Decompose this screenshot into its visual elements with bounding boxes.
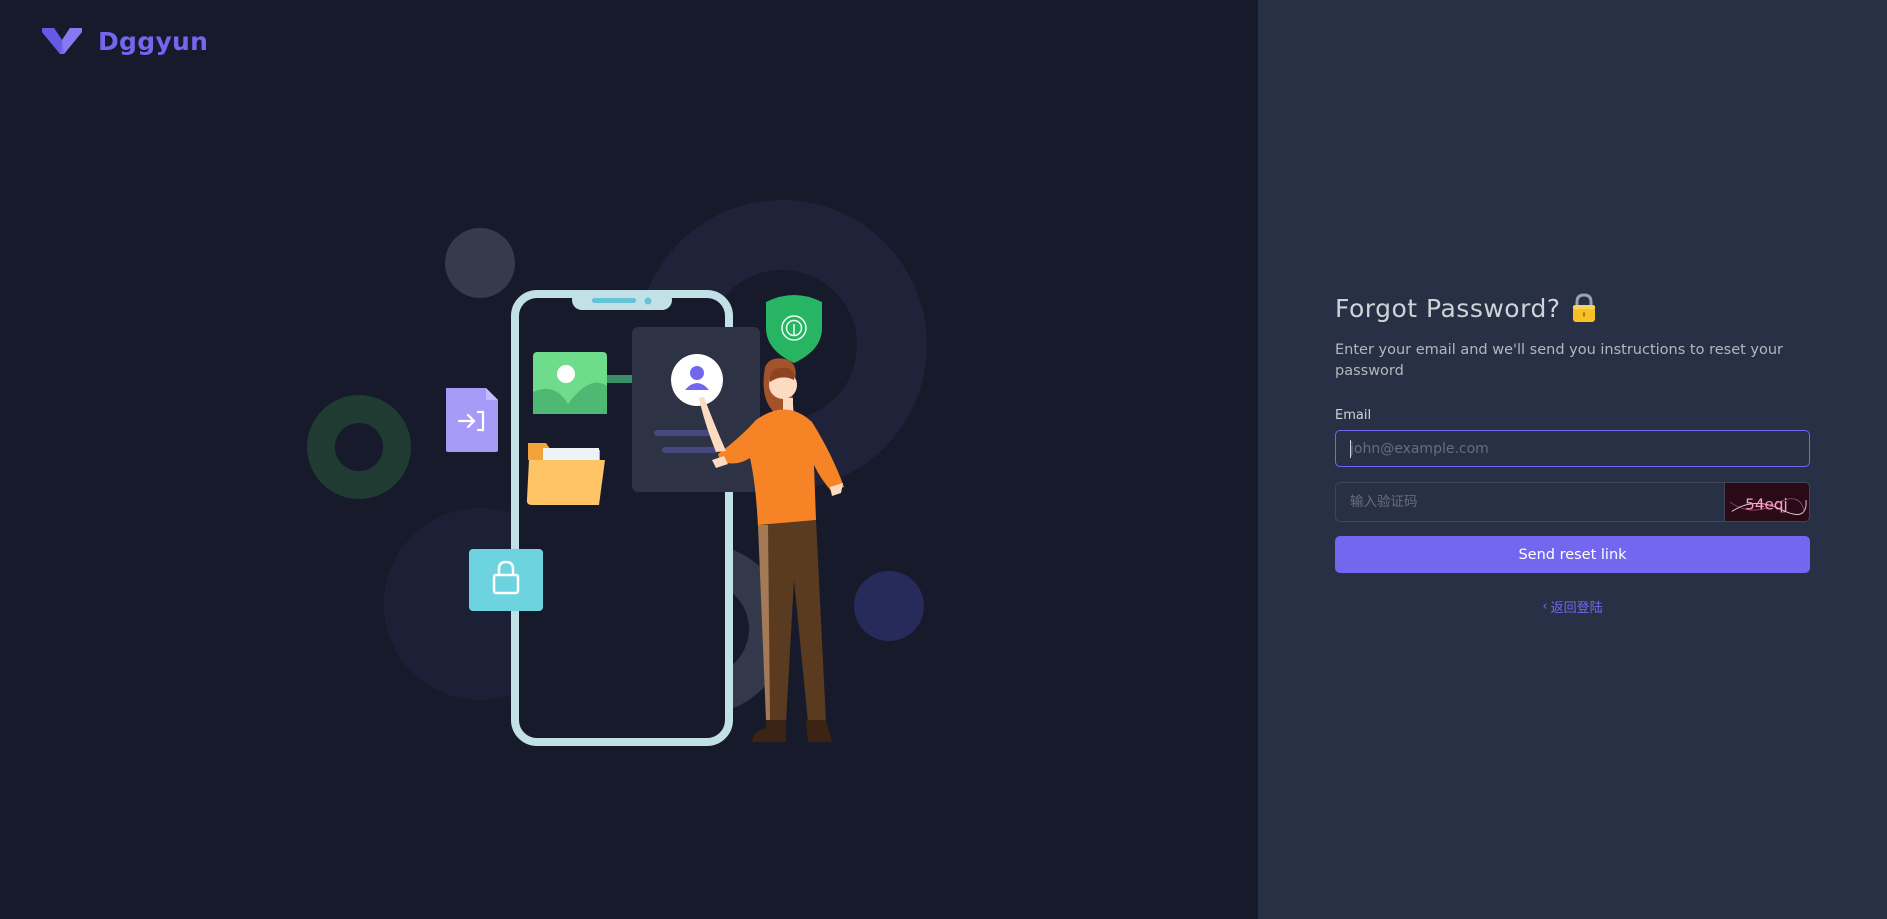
email-field-wrapper	[1335, 430, 1810, 467]
captcha-field[interactable]	[1336, 483, 1724, 521]
captcha-row: 54eqj	[1335, 482, 1810, 522]
lock-emoji-icon	[1572, 293, 1595, 322]
illustration-pane: Dggyun	[0, 0, 1258, 919]
back-to-login-link[interactable]: ‹ 返回登陆	[1335, 597, 1810, 616]
chevron-left-icon: ‹	[1542, 599, 1548, 614]
forgot-password-form: Forgot Password? Enter your email and we…	[1335, 288, 1810, 616]
captcha-image[interactable]: 54eqj	[1724, 482, 1810, 522]
folder-icon	[526, 443, 605, 505]
captcha-field-wrapper	[1335, 482, 1724, 522]
captcha-text: 54eqj	[1745, 496, 1788, 514]
bg-blur-purple	[854, 571, 924, 641]
page-subtitle: Enter your email and we'll send you inst…	[1335, 342, 1784, 379]
title-row: Forgot Password?	[1335, 288, 1810, 328]
lock-icon	[469, 549, 543, 611]
text-caret	[1350, 440, 1351, 458]
send-reset-link-button[interactable]: Send reset link	[1335, 536, 1810, 573]
bg-circle-gray	[445, 228, 515, 298]
page-title: Forgot Password?	[1335, 293, 1561, 323]
profile-card	[632, 327, 760, 492]
forgot-password-illustration	[307, 200, 927, 746]
brand[interactable]: Dggyun	[42, 26, 208, 56]
login-file-icon	[446, 388, 498, 452]
brand-name: Dggyun	[98, 26, 209, 56]
captcha-image-art: 54eqj	[1726, 483, 1808, 521]
user-avatar-icon	[671, 354, 723, 406]
v-logo-icon	[42, 28, 82, 54]
email-label: Email	[1335, 408, 1372, 423]
back-to-login-label: 返回登陆	[1550, 601, 1603, 616]
bg-ring-green	[307, 395, 411, 499]
fingerprint-shield-icon	[766, 295, 822, 363]
email-field[interactable]	[1336, 431, 1809, 466]
